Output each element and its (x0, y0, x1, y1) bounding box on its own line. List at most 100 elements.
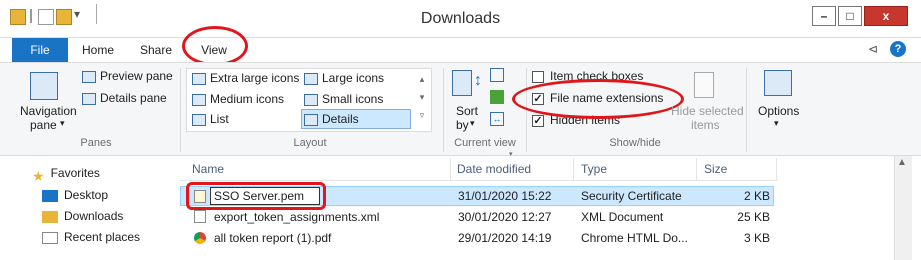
group-label-show-hide: Show/hide (609, 137, 661, 149)
nav-item-downloads-label: Downloads (64, 209, 124, 223)
layout-small-icons-label: Small icons (322, 92, 384, 106)
list-icon (192, 113, 206, 126)
window-title: Downloads (420, 10, 501, 27)
small-icons-icon (304, 93, 318, 106)
navigation-pane-button[interactable]: Navigation (20, 104, 77, 118)
nav-item-desktop[interactable]: Desktop (42, 188, 108, 202)
column-header-date[interactable]: Date modified (457, 158, 531, 180)
vertical-scrollbar[interactable] (894, 156, 912, 260)
nav-item-favorites-label: Favorites (50, 166, 100, 180)
layout-gallery-scroll[interactable]: ▴ ▾ ▿ (416, 70, 428, 128)
extra-large-icons-icon (192, 72, 206, 85)
separator (573, 158, 574, 180)
scroll-up-icon[interactable]: ▲ (897, 157, 907, 168)
separator (443, 68, 444, 152)
options-icon (764, 70, 792, 96)
nav-item-recent-places-label: Recent places (64, 230, 141, 244)
minimize-button[interactable]: – (812, 6, 836, 26)
details-pane-button[interactable]: Details pane (82, 91, 167, 105)
item-check-boxes-checkbox[interactable] (532, 70, 544, 83)
large-icons-icon (304, 72, 318, 85)
preview-pane-label: Preview pane (100, 69, 173, 83)
nav-item-recent-places[interactable]: Recent places (42, 230, 140, 244)
chevron-down-icon[interactable]: ▾ (60, 118, 65, 129)
navigation-pane-icon (30, 72, 58, 100)
group-label-current-view: Current view (454, 137, 516, 149)
file-name[interactable]: export_token_assignments.xml (214, 207, 379, 227)
navigation-pane-button-label-2[interactable]: pane (30, 118, 57, 132)
recent-places-icon (42, 231, 58, 244)
file-type: Security Certificate (581, 189, 682, 203)
chrome-icon (194, 232, 206, 244)
layout-list-label: List (210, 112, 229, 126)
layout-large-icons[interactable]: Large icons (304, 71, 384, 85)
help-icon[interactable]: ? (890, 41, 906, 57)
nav-item-favorites[interactable]: ★ Favorites (32, 166, 100, 184)
file-size: 3 KB (743, 231, 770, 245)
file-type: Chrome HTML Do... (581, 231, 688, 245)
tab-share[interactable]: Share (130, 38, 182, 62)
downloads-folder-icon (42, 210, 58, 223)
hide-selected-items-label-2[interactable]: items (691, 118, 720, 132)
ribbon-tabs: File Home Share View ⊲ ? (0, 38, 921, 62)
separator (180, 68, 181, 152)
add-columns-icon[interactable] (490, 90, 504, 104)
medium-icons-icon (192, 93, 206, 106)
star-icon: ★ (32, 167, 45, 184)
options-button[interactable]: Options (758, 104, 799, 118)
chevron-down-icon[interactable]: ▾ (470, 118, 475, 129)
hide-selected-items-button[interactable]: Hide selected (671, 104, 744, 118)
highlight-file-name-extensions (512, 79, 684, 119)
file-date: 29/01/2020 14:19 (458, 231, 552, 245)
minimize-ribbon-icon[interactable]: ⊲ (868, 42, 878, 56)
hidden-items-checkbox[interactable]: ✓ (532, 114, 544, 127)
tab-home[interactable]: Home (74, 38, 122, 62)
separator (776, 158, 777, 180)
column-header-name[interactable]: Name (192, 158, 224, 180)
preview-pane-button[interactable]: Preview pane (82, 69, 173, 83)
sort-by-button[interactable]: Sort (456, 104, 478, 118)
layout-details[interactable]: Details (304, 112, 359, 126)
layout-medium-icons-label: Medium icons (210, 92, 285, 106)
separator (450, 158, 451, 180)
sort-arrows-icon: ↕ (474, 72, 482, 89)
layout-extra-large-icons[interactable]: Extra large icons (192, 71, 299, 85)
group-label-layout: Layout (293, 137, 327, 149)
layout-large-icons-label: Large icons (322, 71, 385, 85)
layout-medium-icons[interactable]: Medium icons (192, 92, 284, 106)
file-type: XML Document (581, 210, 664, 224)
tab-file[interactable]: File (12, 38, 68, 62)
separator (696, 158, 697, 180)
group-by-icon[interactable] (490, 68, 504, 82)
sort-by-button-label-2[interactable]: by (456, 118, 469, 132)
details-pane-icon (82, 92, 96, 105)
hide-selected-icon (694, 72, 714, 98)
file-size: 25 KB (737, 210, 770, 224)
nav-item-downloads[interactable]: Downloads (42, 209, 123, 223)
details-icon (304, 113, 318, 126)
sort-indicator-icon: ▾ (509, 151, 513, 158)
xml-file-icon (194, 210, 206, 223)
highlight-view-tab (182, 26, 248, 66)
column-header-type[interactable]: Type (581, 158, 607, 180)
file-date: 31/01/2020 15:22 (458, 189, 552, 203)
group-label-panes: Panes (80, 137, 112, 149)
close-button[interactable]: x (864, 6, 908, 26)
chevron-down-icon[interactable]: ▾ (774, 118, 779, 129)
size-columns-icon[interactable]: ↔ (490, 112, 504, 126)
layout-small-icons[interactable]: Small icons (304, 92, 383, 106)
layout-extra-large-icons-label: Extra large icons (210, 71, 300, 85)
separator (746, 68, 747, 152)
desktop-icon (42, 189, 58, 202)
file-name[interactable]: all token report (1).pdf (214, 228, 331, 248)
details-pane-label: Details pane (100, 91, 167, 105)
sort-by-icon (452, 70, 472, 96)
file-date: 30/01/2020 12:27 (458, 210, 552, 224)
preview-pane-icon (82, 70, 96, 83)
layout-details-label: Details (322, 112, 359, 126)
maximize-button[interactable]: □ (838, 6, 862, 26)
layout-list[interactable]: List (192, 112, 229, 126)
column-header-size[interactable]: Size (704, 158, 727, 180)
file-size: 2 KB (743, 189, 770, 203)
nav-item-desktop-label: Desktop (64, 188, 109, 202)
